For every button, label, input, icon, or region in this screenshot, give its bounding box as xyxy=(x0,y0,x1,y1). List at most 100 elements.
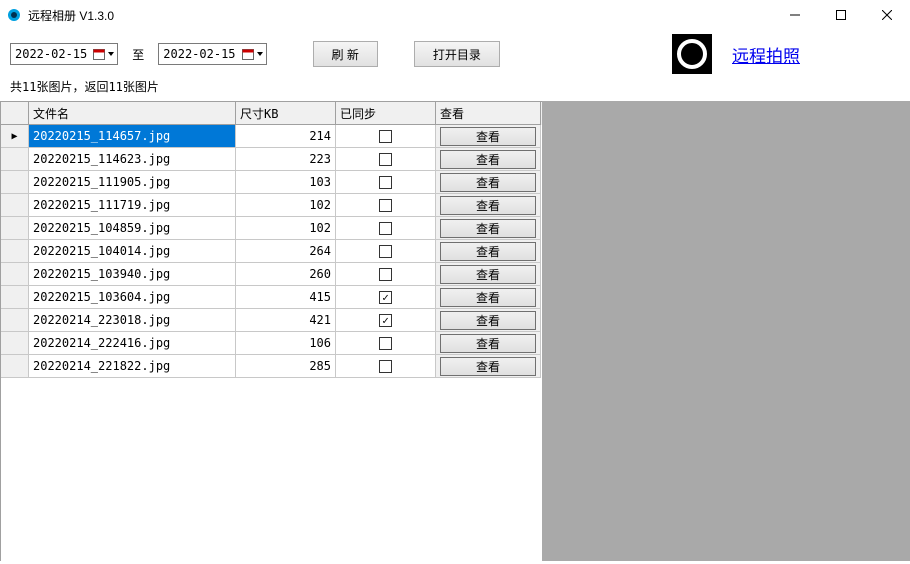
table-row[interactable]: 20220215_103604.jpg415 查看 xyxy=(1,286,542,309)
date-from-value: 2022-02-15 xyxy=(15,47,87,61)
row-header[interactable] xyxy=(1,332,29,355)
synced-checkbox[interactable] xyxy=(379,291,392,304)
synced-cell[interactable] xyxy=(336,355,436,378)
table-row[interactable]: 20220214_223018.jpg421 查看 xyxy=(1,309,542,332)
status-text: 共11张图片，返回11张图片 xyxy=(0,74,910,101)
synced-checkbox[interactable] xyxy=(379,268,392,281)
filename-cell[interactable]: 20220214_222416.jpg xyxy=(29,332,236,355)
filename-cell[interactable]: 20220214_221822.jpg xyxy=(29,355,236,378)
synced-cell[interactable] xyxy=(336,309,436,332)
size-cell[interactable]: 102 xyxy=(236,217,336,240)
table-row[interactable]: 20220214_222416.jpg106 查看 xyxy=(1,332,542,355)
header-size[interactable]: 尺寸KB xyxy=(236,102,336,125)
row-header[interactable]: ▶ xyxy=(1,125,29,148)
synced-checkbox[interactable] xyxy=(379,245,392,258)
header-synced[interactable]: 已同步 xyxy=(336,102,436,125)
filename-cell[interactable]: 20220215_104014.jpg xyxy=(29,240,236,263)
row-header[interactable] xyxy=(1,194,29,217)
table-row[interactable]: 20220215_114623.jpg223 查看 xyxy=(1,148,542,171)
table-row[interactable]: 20220215_104014.jpg264 查看 xyxy=(1,240,542,263)
size-cell[interactable]: 106 xyxy=(236,332,336,355)
header-view[interactable]: 查看 xyxy=(436,102,541,125)
open-directory-button[interactable]: 打开目录 xyxy=(414,41,500,67)
synced-cell[interactable] xyxy=(336,332,436,355)
view-button[interactable]: 查看 xyxy=(440,265,536,284)
maximize-button[interactable] xyxy=(818,0,864,30)
view-cell: 查看 xyxy=(436,171,541,194)
date-from-picker[interactable]: 2022-02-15 xyxy=(10,43,118,65)
row-header[interactable] xyxy=(1,217,29,240)
filename-cell[interactable]: 20220215_104859.jpg xyxy=(29,217,236,240)
filename-cell[interactable]: 20220215_111905.jpg xyxy=(29,171,236,194)
date-to-picker[interactable]: 2022-02-15 xyxy=(158,43,266,65)
synced-checkbox[interactable] xyxy=(379,337,392,350)
size-cell[interactable]: 285 xyxy=(236,355,336,378)
synced-checkbox[interactable] xyxy=(379,314,392,327)
view-cell: 查看 xyxy=(436,263,541,286)
synced-checkbox[interactable] xyxy=(379,199,392,212)
camera-lens-icon xyxy=(672,34,712,74)
synced-cell[interactable] xyxy=(336,171,436,194)
filename-cell[interactable]: 20220215_111719.jpg xyxy=(29,194,236,217)
synced-checkbox[interactable] xyxy=(379,222,392,235)
synced-checkbox[interactable] xyxy=(379,153,392,166)
row-header[interactable] xyxy=(1,240,29,263)
row-header[interactable] xyxy=(1,286,29,309)
filename-cell[interactable]: 20220215_114657.jpg xyxy=(29,125,236,148)
filename-cell[interactable]: 20220215_114623.jpg xyxy=(29,148,236,171)
chevron-down-icon xyxy=(256,50,264,58)
size-cell[interactable]: 421 xyxy=(236,309,336,332)
row-header[interactable] xyxy=(1,355,29,378)
view-button[interactable]: 查看 xyxy=(440,127,536,146)
size-cell[interactable]: 260 xyxy=(236,263,336,286)
filename-cell[interactable]: 20220214_223018.jpg xyxy=(29,309,236,332)
view-cell: 查看 xyxy=(436,194,541,217)
filename-cell[interactable]: 20220215_103940.jpg xyxy=(29,263,236,286)
view-cell: 查看 xyxy=(436,309,541,332)
view-button[interactable]: 查看 xyxy=(440,288,536,307)
close-button[interactable] xyxy=(864,0,910,30)
table-row[interactable]: 20220214_221822.jpg285 查看 xyxy=(1,355,542,378)
view-button[interactable]: 查看 xyxy=(440,219,536,238)
table-row[interactable]: 20220215_111719.jpg102 查看 xyxy=(1,194,542,217)
size-cell[interactable]: 223 xyxy=(236,148,336,171)
size-cell[interactable]: 415 xyxy=(236,286,336,309)
filename-cell[interactable]: 20220215_103604.jpg xyxy=(29,286,236,309)
synced-cell[interactable] xyxy=(336,125,436,148)
view-button[interactable]: 查看 xyxy=(440,311,536,330)
size-cell[interactable]: 103 xyxy=(236,171,336,194)
table-row[interactable]: 20220215_104859.jpg102 查看 xyxy=(1,217,542,240)
row-header[interactable] xyxy=(1,263,29,286)
table-row[interactable]: 20220215_103940.jpg260 查看 xyxy=(1,263,542,286)
table-row[interactable]: 20220215_111905.jpg103 查看 xyxy=(1,171,542,194)
view-button[interactable]: 查看 xyxy=(440,150,536,169)
row-header[interactable] xyxy=(1,309,29,332)
app-icon xyxy=(6,7,22,23)
view-button[interactable]: 查看 xyxy=(440,334,536,353)
synced-checkbox[interactable] xyxy=(379,176,392,189)
view-button[interactable]: 查看 xyxy=(440,173,536,192)
calendar-icon xyxy=(242,48,254,60)
remote-shoot-link[interactable]: 远程拍照 xyxy=(732,42,800,67)
synced-checkbox[interactable] xyxy=(379,130,392,143)
view-cell: 查看 xyxy=(436,148,541,171)
view-button[interactable]: 查看 xyxy=(440,242,536,261)
table-row[interactable]: ▶20220215_114657.jpg214 查看 xyxy=(1,125,542,148)
synced-checkbox[interactable] xyxy=(379,360,392,373)
header-filename[interactable]: 文件名 xyxy=(29,102,236,125)
refresh-button[interactable]: 刷 新 xyxy=(313,41,378,67)
size-cell[interactable]: 264 xyxy=(236,240,336,263)
synced-cell[interactable] xyxy=(336,194,436,217)
view-button[interactable]: 查看 xyxy=(440,196,536,215)
size-cell[interactable]: 102 xyxy=(236,194,336,217)
synced-cell[interactable] xyxy=(336,240,436,263)
synced-cell[interactable] xyxy=(336,217,436,240)
view-button[interactable]: 查看 xyxy=(440,357,536,376)
synced-cell[interactable] xyxy=(336,286,436,309)
size-cell[interactable]: 214 xyxy=(236,125,336,148)
row-header[interactable] xyxy=(1,171,29,194)
synced-cell[interactable] xyxy=(336,148,436,171)
synced-cell[interactable] xyxy=(336,263,436,286)
row-header[interactable] xyxy=(1,148,29,171)
minimize-button[interactable] xyxy=(772,0,818,30)
